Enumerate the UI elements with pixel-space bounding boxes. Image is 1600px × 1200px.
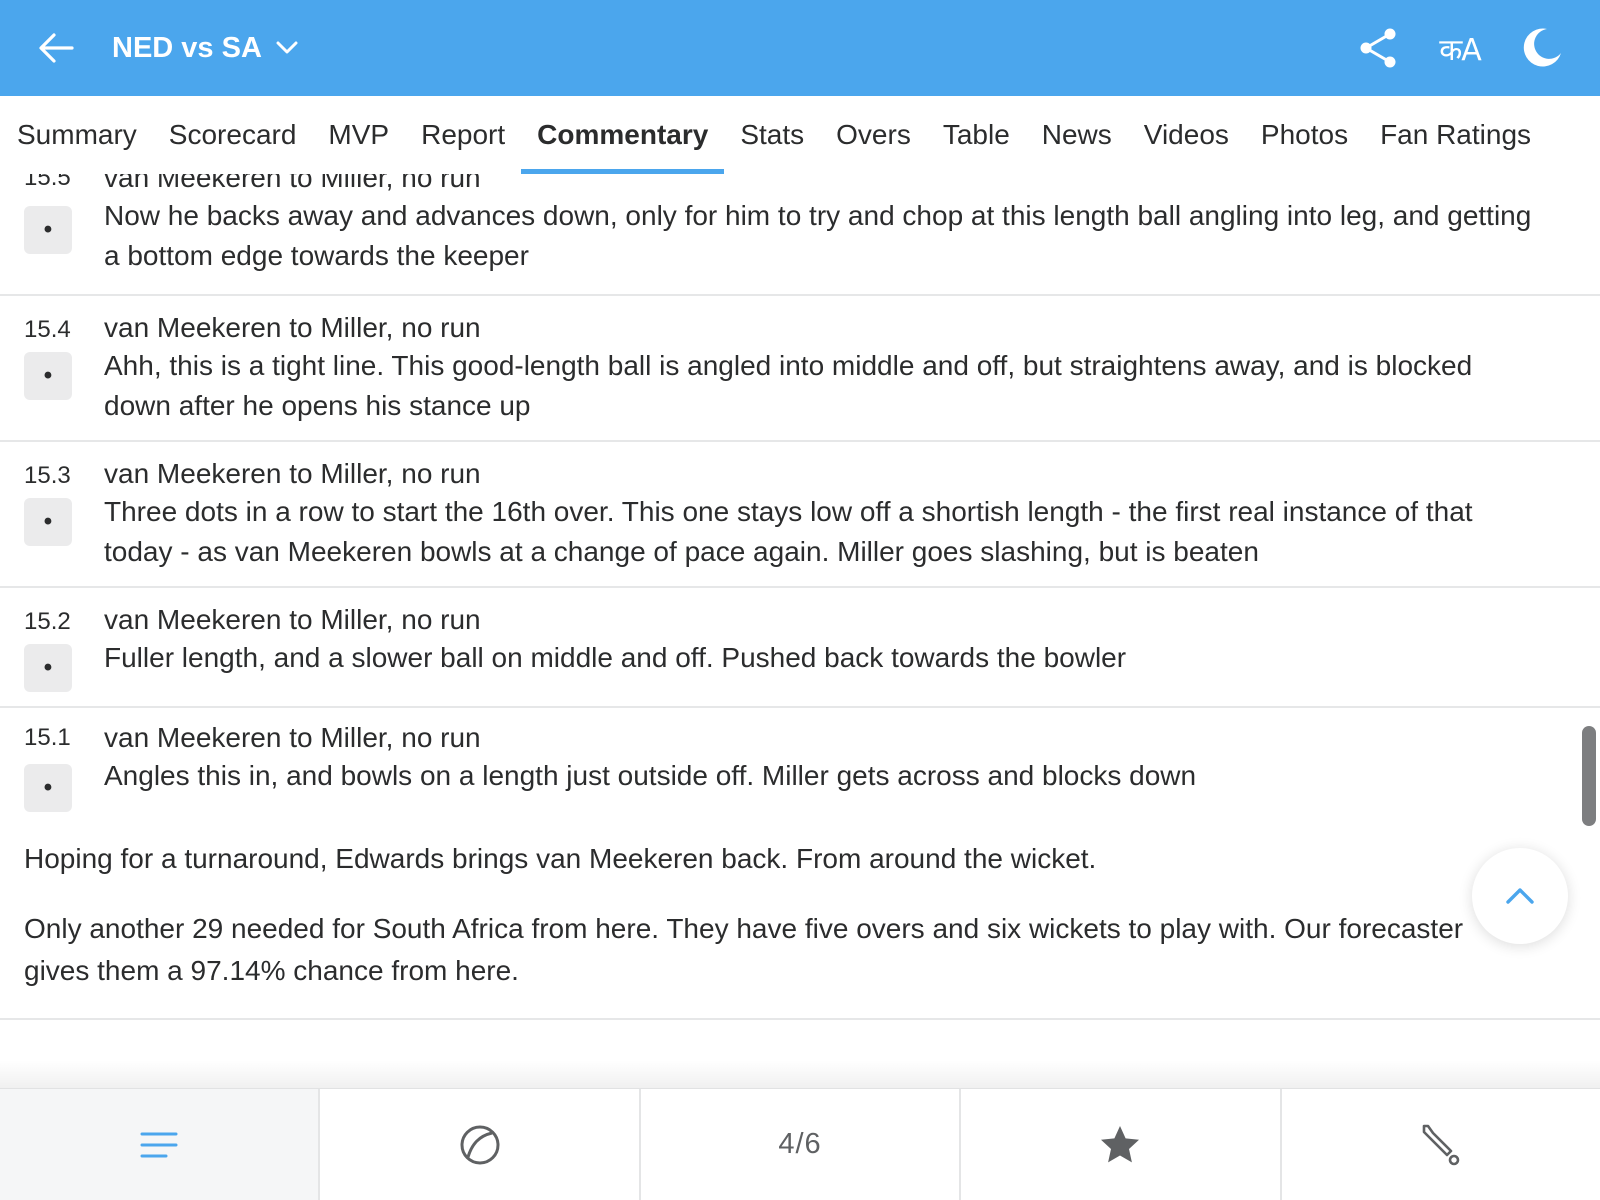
over-number: 15.2 [24,608,71,635]
dark-mode-icon [1523,28,1561,67]
language-icon: कA [1439,32,1482,68]
over-number: 15.5 [24,174,71,191]
commentary-title: van Meekeren to Miller, no run [104,604,481,635]
commentary-item: 15.5 • van Meekeren to Miller, no run No… [0,174,1600,296]
tab-stats[interactable]: Stats [724,96,820,174]
commentary-title: van Meekeren to Miller, no run [104,458,481,489]
match-selector[interactable]: NED vs SA [112,26,298,70]
chevron-up-icon [1506,888,1534,904]
scrollbar-thumb[interactable] [1582,726,1596,826]
commentary-text: Three dots in a row to start the 16th ov… [104,496,1473,567]
commentary-note: Only another 29 needed for South Africa … [24,913,1464,986]
share-icon [1360,28,1396,68]
tab-report[interactable]: Report [405,96,521,174]
ball-icon [460,1125,500,1164]
commentary-item: 15.4 • van Meekeren to Miller, no run Ah… [0,296,1600,442]
tab-scorecard[interactable]: Scorecard [153,96,313,174]
commentary-title: van Meekeren to Miller, no run [104,174,481,193]
over-number: 15.1 [24,724,71,751]
commentary-text: Ahh, this is a tight line. This good-len… [104,350,1473,421]
commentary-text: Now he backs away and advances down, onl… [104,200,1532,271]
match-title: NED vs SA [112,31,262,64]
bat-icon [1422,1124,1460,1165]
commentary-feed[interactable]: 15.5 • van Meekeren to Miller, no run No… [0,174,1600,1088]
star-icon [1101,1125,1140,1162]
commentary-item: 15.3 • van Meekeren to Miller, no run Th… [0,442,1600,588]
back-arrow-icon [39,33,74,63]
share-button[interactable] [1348,22,1408,74]
back-button[interactable] [30,24,82,72]
chevron-down-icon [276,41,298,55]
match-tabs: Summary Scorecard MVP Report Commentary … [0,96,1600,174]
tab-news[interactable]: News [1026,96,1128,174]
commentary-item: 15.2 • van Meekeren to Miller, no run Fu… [0,588,1600,708]
scroll-to-top-button[interactable] [1472,848,1568,944]
over-number: 15.4 [24,316,71,343]
bottom-nav-commentary[interactable] [0,1089,321,1200]
tab-summary[interactable]: Summary [0,96,153,174]
ball-result-badge: • [24,644,72,692]
tab-photos[interactable]: Photos [1245,96,1364,174]
ball-result-badge: • [24,352,72,400]
bottom-nav-ball[interactable] [320,1089,641,1200]
bottom-nav-bat[interactable] [1281,1089,1600,1200]
tab-mvp[interactable]: MVP [312,96,405,174]
language-button[interactable]: कA [1430,22,1490,74]
tab-commentary[interactable]: Commentary [521,96,725,174]
commentary-title: van Meekeren to Miller, no run [104,722,481,753]
app-header: NED vs SA कA [0,0,1600,96]
tab-fan-ratings[interactable]: Fan Ratings [1364,96,1547,174]
over-number: 15.3 [24,462,71,489]
bottom-nav-favourites[interactable] [961,1089,1282,1200]
bottom-nav-page[interactable]: 4/6 [640,1089,962,1200]
ball-result-badge: • [24,764,72,812]
commentary-title: van Meekeren to Miller, no run [104,312,481,343]
dark-mode-button[interactable] [1512,22,1572,74]
bottom-nav: 4/6 [0,1088,1600,1200]
page-indicator: 4/6 [778,1128,822,1160]
tab-videos[interactable]: Videos [1128,96,1245,174]
menu-icon [140,1132,178,1157]
bottom-nav-shadow [0,1060,1600,1088]
commentary-text: Angles this in, and bowls on a length ju… [104,760,1197,791]
commentary-text: Fuller length, and a slower ball on midd… [104,642,1127,673]
tab-overs[interactable]: Overs [820,96,927,174]
ball-result-badge: • [24,498,72,546]
tab-table[interactable]: Table [927,96,1026,174]
ball-result-badge: • [24,206,72,254]
commentary-note: Hoping for a turnaround, Edwards brings … [24,843,1097,874]
commentary-item: 15.1 • van Meekeren to Miller, no run An… [0,708,1600,1020]
